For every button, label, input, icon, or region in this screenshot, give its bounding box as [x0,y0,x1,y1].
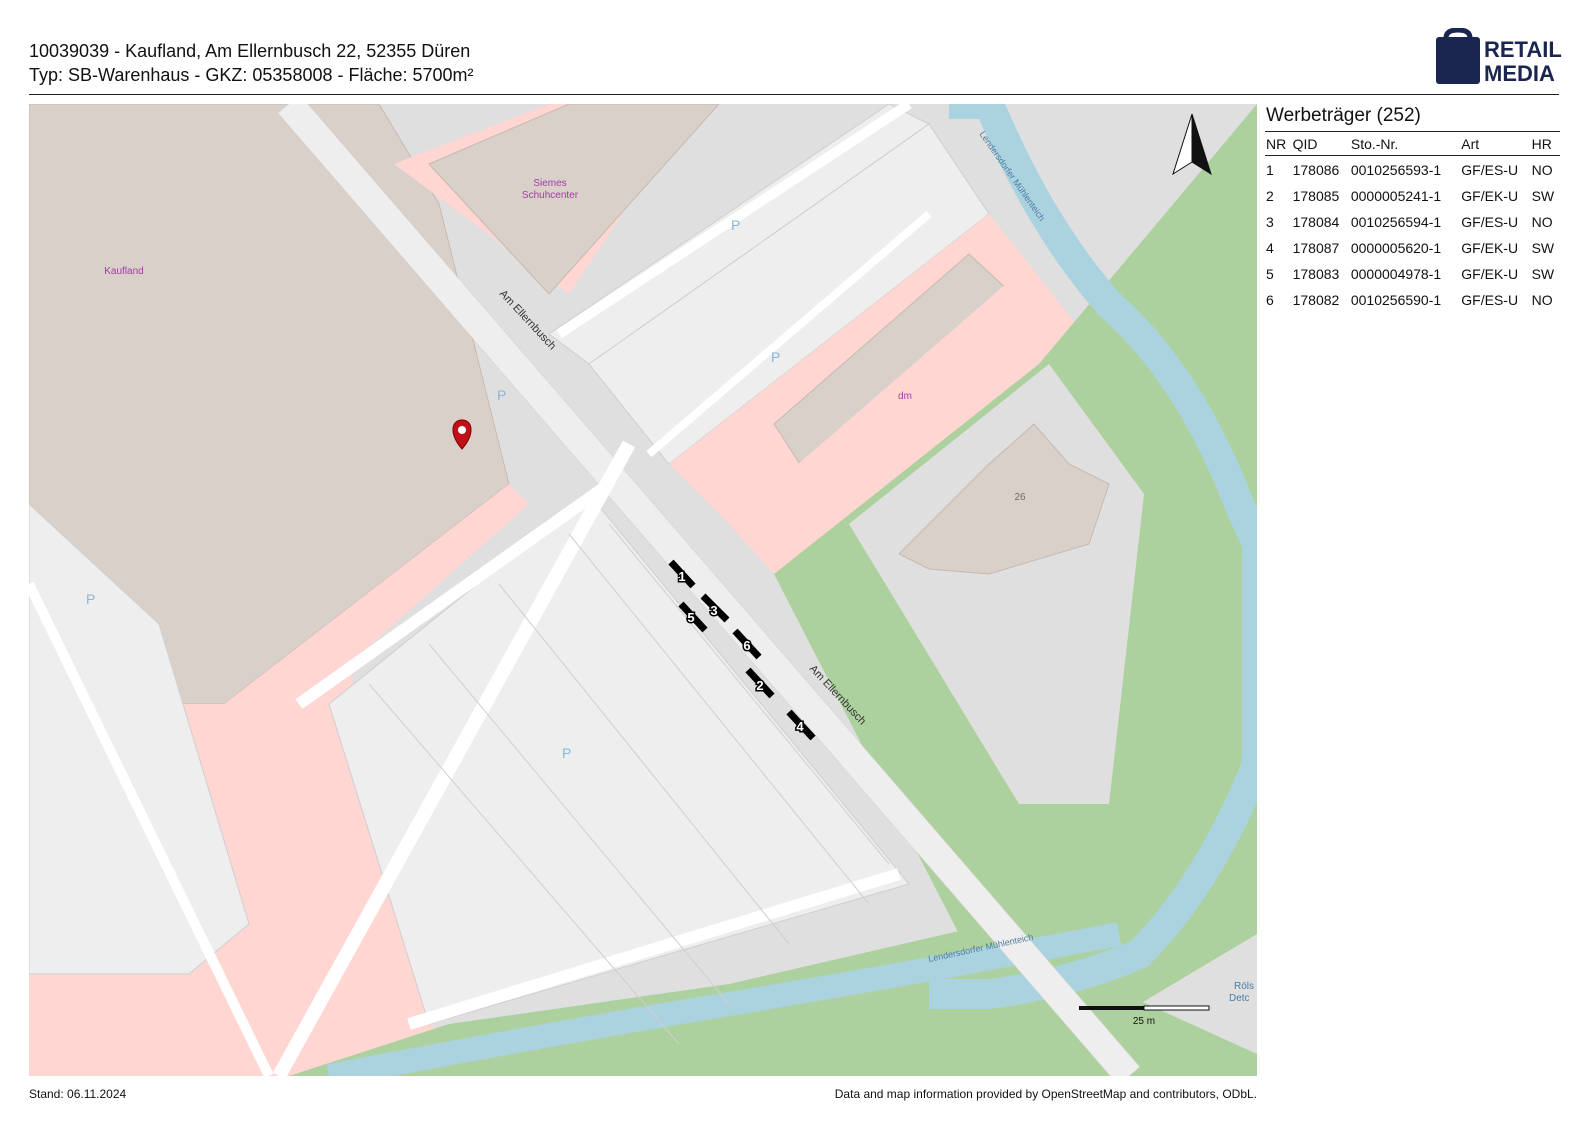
cell-hr: NO [1531,162,1553,178]
report-subtitle: Typ: SB-Warenhaus - GKZ: 05358008 - Fläc… [29,65,474,85]
label-kaufland: Kaufland [104,266,143,277]
shopping-bag-icon [1436,27,1480,84]
column-header-hr: HR [1530,131,1560,156]
table-row: 6 178082 0010256590-1 GF/ES-U NO [1265,286,1560,312]
label-parking-2: P [771,349,780,365]
retail-media-logo: RETAIL MEDIA [1436,27,1566,88]
label-parking-5: P [562,745,571,761]
cell-qid: 178085 [1292,188,1340,204]
legend-table: NR QID Sto.-Nr. Art HR 1 178086 00102565… [1265,131,1560,312]
cell-art: GF/ES-U [1461,214,1519,230]
label-house-number: 26 [1014,492,1026,503]
label-parking-3: P [497,387,506,403]
table-row: 5 178083 0000004978-1 GF/EK-U SW [1265,260,1560,286]
column-header-art: Art [1460,131,1531,156]
table-row: 2 178085 0000005241-1 GF/EK-U SW [1265,182,1560,208]
cell-hr: NO [1531,214,1553,230]
cell-sto-nr: 0010256594-1 [1350,214,1442,230]
marker-4-label: 4 [796,719,804,734]
cell-qid: 178086 [1292,162,1340,178]
label-cut-line2: Detc [1229,993,1250,1004]
cell-art: GF/ES-U [1461,292,1519,308]
logo-text-line1: RETAIL [1484,37,1562,62]
cell-hr: SW [1531,266,1555,282]
cell-qid: 178083 [1292,266,1340,282]
cell-sto-nr: 0000005620-1 [1350,240,1442,256]
header-divider [29,94,1559,95]
column-header-nr: NR [1265,131,1292,156]
cell-nr: 3 [1266,214,1274,230]
north-arrow-icon [1172,113,1212,176]
cell-art: GF/ES-U [1461,162,1519,178]
scale-label: 25 m [1133,1016,1155,1027]
cell-sto-nr: 0000005241-1 [1350,188,1442,204]
marker-3-label: 3 [710,603,717,618]
marker-6-label: 6 [743,638,750,653]
legend-title: Werbeträger (252) [1266,105,1421,126]
table-row: 3 178084 0010256594-1 GF/ES-U NO [1265,208,1560,234]
marker-2-label: 2 [756,678,763,693]
cell-qid: 178087 [1292,240,1340,256]
label-siemes-line1: Siemes [533,178,566,189]
label-siemes-line2: Schuhcenter [522,190,579,201]
marker-5-label: 5 [687,610,694,625]
cell-art: GF/EK-U [1461,266,1519,282]
cell-nr: 6 [1266,292,1274,308]
cell-hr: NO [1531,292,1553,308]
cell-nr: 1 [1266,162,1274,178]
table-row: 4 178087 0000005620-1 GF/EK-U SW [1265,234,1560,260]
cell-nr: 4 [1266,240,1274,256]
legend-panel: Werbeträger (252) NR QID Sto.-Nr. Art HR… [1265,104,1560,312]
legend-header-row: NR QID Sto.-Nr. Art HR [1265,131,1560,156]
cell-sto-nr: 0010256590-1 [1350,292,1442,308]
cell-nr: 2 [1266,188,1274,204]
table-row: 1 178086 0010256593-1 GF/ES-U NO [1265,156,1560,183]
marker-1-label: 1 [678,569,685,584]
label-cut-line1: Röls [1234,981,1254,992]
cell-art: GF/EK-U [1461,188,1519,204]
column-header-sto-nr: Sto.-Nr. [1349,131,1461,156]
map-view[interactable]: Kaufland Siemes Schuhcenter dm 26 Am Ell… [29,104,1257,1076]
label-parking-4: P [86,591,95,607]
cell-sto-nr: 0000004978-1 [1350,266,1442,282]
column-header-qid: QID [1291,131,1350,156]
report-title: 10039039 - Kaufland, Am Ellernbusch 22, … [29,41,471,61]
cell-art: GF/EK-U [1461,240,1519,256]
cell-hr: SW [1531,240,1555,256]
cell-qid: 178082 [1292,292,1340,308]
label-parking-1: P [731,217,740,233]
logo-text-line2: MEDIA [1484,61,1555,86]
cell-qid: 178084 [1292,214,1340,230]
footer-date: Stand: 06.11.2024 [29,1087,127,1101]
cell-hr: SW [1531,188,1555,204]
label-dm: dm [898,391,912,402]
footer-attribution: Data and map information provided by Ope… [834,1087,1257,1101]
cell-nr: 5 [1266,266,1274,282]
cell-sto-nr: 0010256593-1 [1350,162,1442,178]
